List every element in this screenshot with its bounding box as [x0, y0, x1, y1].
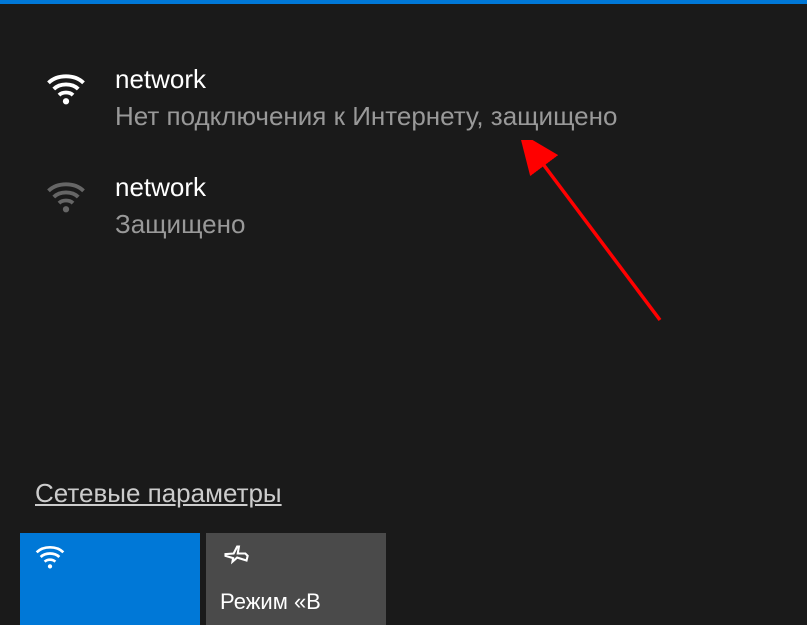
quick-actions: Режим «В	[0, 533, 807, 625]
airplane-mode-tile[interactable]: Режим «В	[206, 533, 386, 625]
network-info: network Защищено	[115, 172, 772, 240]
wifi-icon	[45, 176, 87, 218]
network-status: Защищено	[115, 209, 772, 240]
network-name: network	[115, 64, 772, 95]
network-settings-link[interactable]: Сетевые параметры	[0, 462, 317, 533]
airplane-tile-label: Режим «В	[220, 589, 372, 615]
settings-section: Сетевые параметры Режим «В	[0, 462, 807, 625]
network-item-available[interactable]: network Защищено	[0, 162, 807, 270]
network-name: network	[115, 172, 772, 203]
airplane-icon	[220, 543, 252, 571]
wifi-icon	[45, 68, 87, 110]
network-item-connected[interactable]: network Нет подключения к Интернету, защ…	[0, 54, 807, 162]
network-status: Нет подключения к Интернету, защищено	[115, 101, 772, 132]
network-info: network Нет подключения к Интернету, защ…	[115, 64, 772, 132]
wifi-tile[interactable]	[20, 533, 200, 625]
wifi-icon	[34, 543, 66, 571]
network-list: network Нет подключения к Интернету, защ…	[0, 4, 807, 270]
